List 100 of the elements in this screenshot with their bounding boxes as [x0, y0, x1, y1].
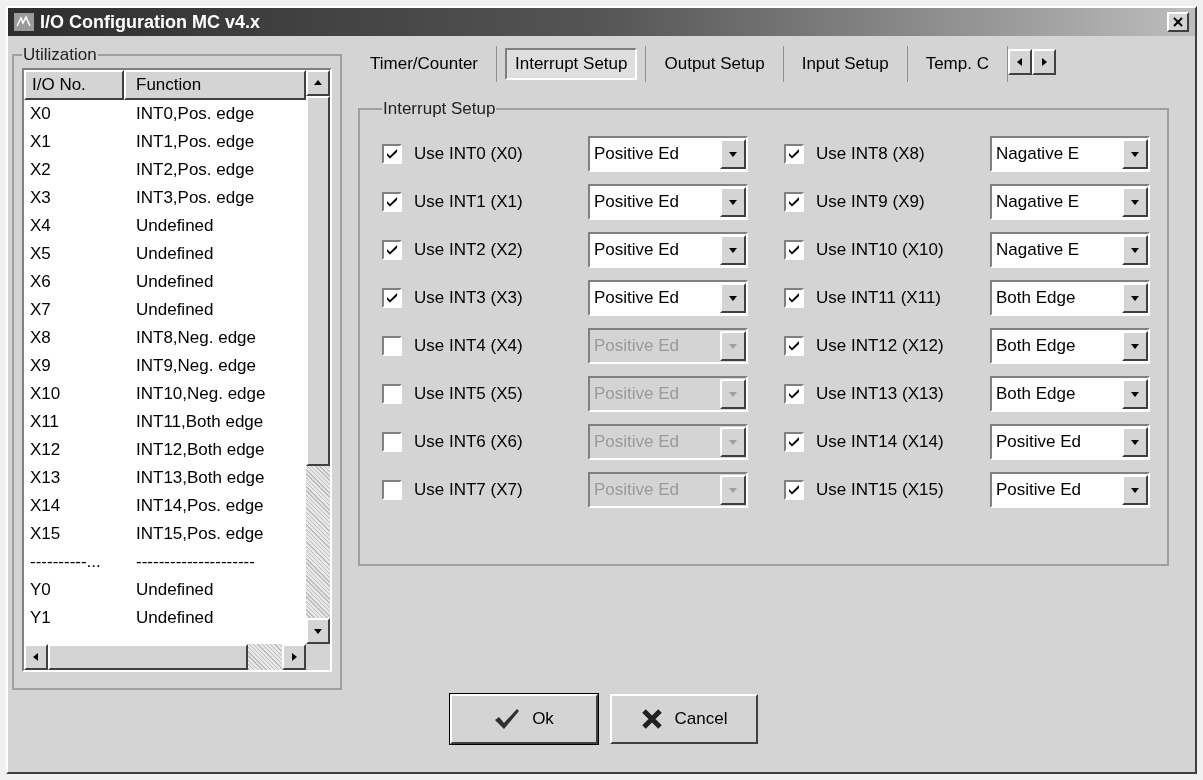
scroll-down-button[interactable] [306, 617, 330, 644]
checkbox[interactable] [382, 191, 402, 212]
edge-dropdown[interactable]: Positive Ed [588, 231, 748, 268]
table-cell-text: INT10,Neg. edge [135, 383, 266, 404]
edge-dropdown[interactable]: Both Edge [990, 375, 1150, 412]
dropdown-arrow-button[interactable] [1122, 426, 1148, 457]
checkbox-label: Use INT6 (X6) [414, 430, 523, 453]
table-cell-text: X11 [29, 411, 60, 432]
checkbox-label: Use INT12 (X12) [816, 334, 944, 357]
table-cell-text: INT12,Both edge [135, 439, 265, 460]
checkbox-label: Use INT0 (X0) [414, 142, 523, 165]
dropdown-value: Nagative E [995, 238, 1081, 261]
checkbox[interactable] [784, 479, 804, 500]
scrollbar-corner [306, 643, 330, 670]
dropdown-arrow-button[interactable] [720, 234, 746, 265]
table-cell-text: Undefined [135, 243, 214, 264]
checkbox-label: Use INT2 (X2) [414, 238, 523, 261]
edge-dropdown[interactable]: Positive Ed [990, 423, 1150, 460]
dropdown-arrow-button[interactable] [720, 186, 746, 217]
scroll-up-button[interactable] [306, 69, 330, 96]
dropdown-value: Positive Ed [593, 286, 681, 309]
dropdown-arrow-button[interactable] [1122, 186, 1148, 217]
dropdown-arrow-button[interactable] [1122, 330, 1148, 361]
checkbox[interactable] [784, 287, 804, 308]
scroll-right-button[interactable] [282, 643, 306, 670]
table-cell-text: X8 [29, 327, 52, 348]
app-icon [14, 13, 34, 31]
checkbox-label: Use INT8 (X8) [816, 142, 925, 165]
tab[interactable]: Output Setup [654, 48, 775, 80]
tab[interactable]: Interrupt Setup [505, 48, 638, 80]
cross-icon [640, 708, 663, 730]
edge-dropdown[interactable]: Nagative E [990, 135, 1150, 172]
edge-dropdown[interactable]: Positive Ed [588, 279, 748, 316]
table-cell-text: X7 [29, 299, 52, 320]
checkbox[interactable] [382, 287, 402, 308]
column-header[interactable]: I/O No. [24, 69, 124, 100]
check-icon [788, 148, 800, 159]
checkbox[interactable] [382, 143, 402, 164]
edge-dropdown[interactable]: Both Edge [990, 327, 1150, 364]
table-cell-text: INT2,Pos. edge [135, 159, 255, 180]
horizontal-scrollbar[interactable] [24, 643, 306, 670]
checkbox-label: Use INT15 (X15) [816, 478, 944, 501]
dropdown-arrow-button[interactable] [1122, 282, 1148, 313]
scrollbar-thumb[interactable] [48, 643, 248, 670]
edge-dropdown[interactable]: Positive Ed [588, 135, 748, 172]
table-cell-text: INT9,Neg. edge [135, 355, 256, 376]
cancel-button[interactable]: Cancel [610, 694, 758, 744]
checkbox-label: Use INT10 (X10) [816, 238, 944, 261]
dropdown-arrow-button[interactable] [1122, 138, 1148, 169]
vertical-scrollbar[interactable] [306, 69, 330, 644]
checkbox[interactable] [784, 383, 804, 404]
table-cell-text: X9 [29, 355, 52, 376]
check-icon [788, 244, 800, 255]
table-cell-text: Y1 [29, 607, 52, 628]
edge-dropdown[interactable]: Nagative E [990, 231, 1150, 268]
ok-button[interactable]: Ok [450, 694, 598, 744]
tab[interactable]: Temp. C [915, 48, 999, 80]
edge-dropdown[interactable]: Positive Ed [990, 471, 1150, 508]
table-cell-text: X0 [29, 103, 52, 124]
checkbox-label: Use INT4 (X4) [414, 334, 523, 357]
dropdown-arrow-button[interactable] [1122, 474, 1148, 505]
tab[interactable]: Timer/Counter [360, 48, 488, 80]
edge-dropdown[interactable]: Positive Ed [588, 183, 748, 220]
checkbox[interactable] [784, 431, 804, 452]
table-cell-text: X6 [29, 271, 52, 292]
table-cell-text: X5 [29, 243, 52, 264]
triangle-icon [31, 651, 41, 662]
check-icon [788, 292, 800, 303]
checkbox[interactable] [382, 239, 402, 260]
tab[interactable]: Input Setup [791, 48, 899, 80]
table-cell-text: INT3,Pos. edge [135, 187, 255, 208]
edge-dropdown[interactable]: Both Edge [990, 279, 1150, 316]
check-icon [788, 436, 800, 447]
dropdown-arrow-button[interactable] [720, 282, 746, 313]
scrollbar-thumb[interactable] [306, 95, 330, 466]
column-header[interactable]: Function [124, 69, 306, 100]
check-icon [788, 388, 800, 399]
checkbox[interactable] [784, 239, 804, 260]
table-cell-text: X2 [29, 159, 52, 180]
tab-scroll-left-button[interactable] [1007, 49, 1032, 75]
checkbox[interactable] [784, 335, 804, 356]
check-icon [788, 340, 800, 351]
tab-scroll-right-button[interactable] [1031, 49, 1056, 75]
dropdown-arrow-button[interactable] [720, 138, 746, 169]
dropdown-arrow-button[interactable] [1122, 378, 1148, 409]
table-cell-text: INT1,Pos. edge [135, 131, 255, 152]
table-cell-text: Undefined [135, 579, 214, 600]
scroll-left-button[interactable] [24, 643, 48, 670]
checkbox[interactable] [784, 191, 804, 212]
dropdown-arrow-button[interactable] [1122, 234, 1148, 265]
table-cell-text: INT8,Neg. edge [135, 327, 256, 348]
checkbox-label: Use INT9 (X9) [816, 190, 925, 213]
checkbox-label: Use INT3 (X3) [414, 286, 523, 309]
table-cell-text: ----------... [29, 551, 102, 572]
dropdown-value: Both Edge [995, 286, 1077, 309]
close-button[interactable] [1167, 12, 1189, 32]
edge-dropdown[interactable]: Nagative E [990, 183, 1150, 220]
checkbox[interactable] [784, 143, 804, 164]
table-cell-text: X4 [29, 215, 52, 236]
dropdown-value: Positive Ed [593, 142, 681, 165]
